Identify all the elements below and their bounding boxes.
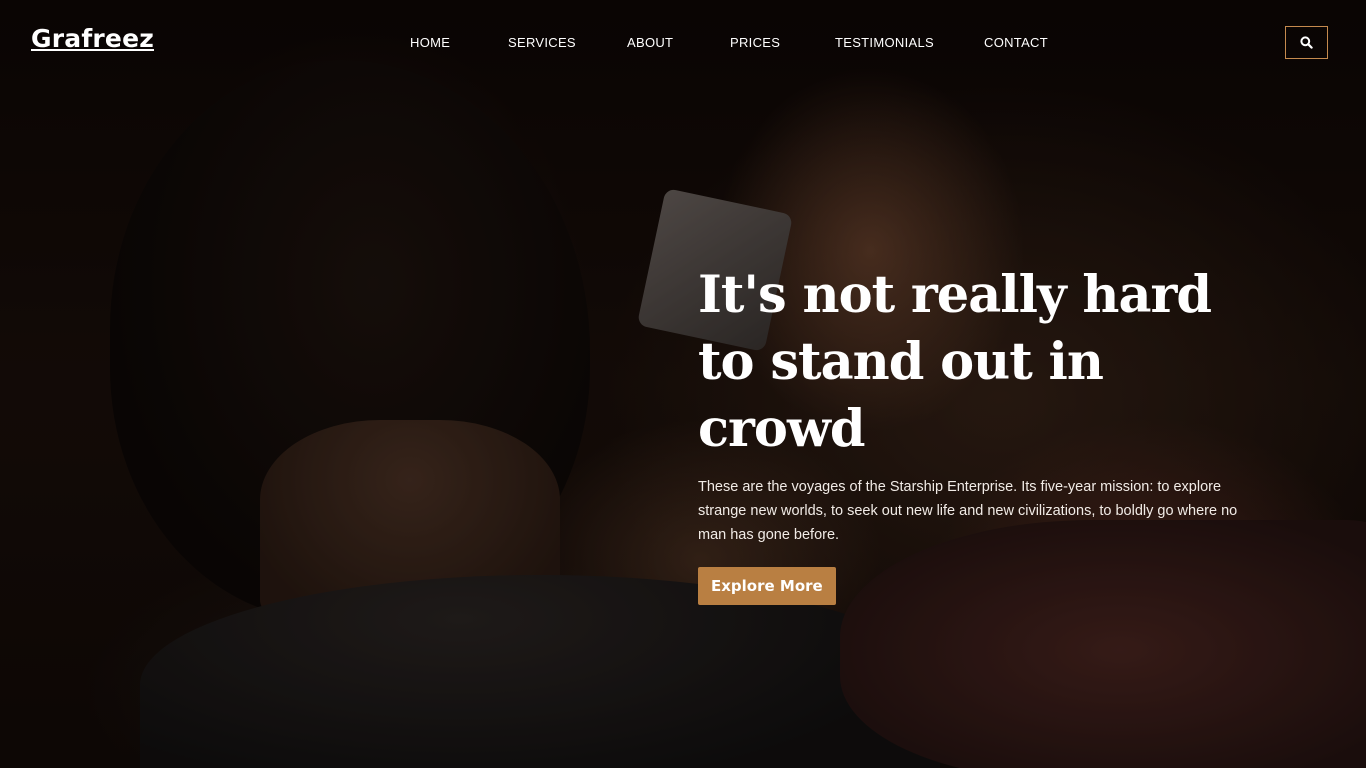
nav-item-services[interactable]: SERVICES (508, 35, 576, 50)
hero-description: These are the voyages of the Starship En… (698, 479, 1238, 543)
site-header: Grafreez HOME SERVICES ABOUT PRICES TEST… (0, 0, 1366, 86)
hero-content: It's not really hard to stand out in cro… (698, 262, 1258, 605)
nav-item-home[interactable]: HOME (410, 35, 450, 50)
search-icon (1300, 36, 1313, 49)
explore-more-button[interactable]: Explore More (698, 567, 836, 605)
hero-title: It's not really hard to stand out in cro… (698, 265, 1212, 459)
main-navigation: HOME SERVICES ABOUT PRICES TESTIMONIALS … (0, 35, 1366, 55)
nav-item-contact[interactable]: CONTACT (984, 35, 1048, 50)
nav-item-testimonials[interactable]: TESTIMONIALS (835, 35, 934, 50)
nav-item-about[interactable]: ABOUT (627, 35, 673, 50)
hero-section: Grafreez HOME SERVICES ABOUT PRICES TEST… (0, 0, 1366, 768)
nav-item-prices[interactable]: PRICES (730, 35, 780, 50)
search-button[interactable] (1285, 26, 1328, 59)
